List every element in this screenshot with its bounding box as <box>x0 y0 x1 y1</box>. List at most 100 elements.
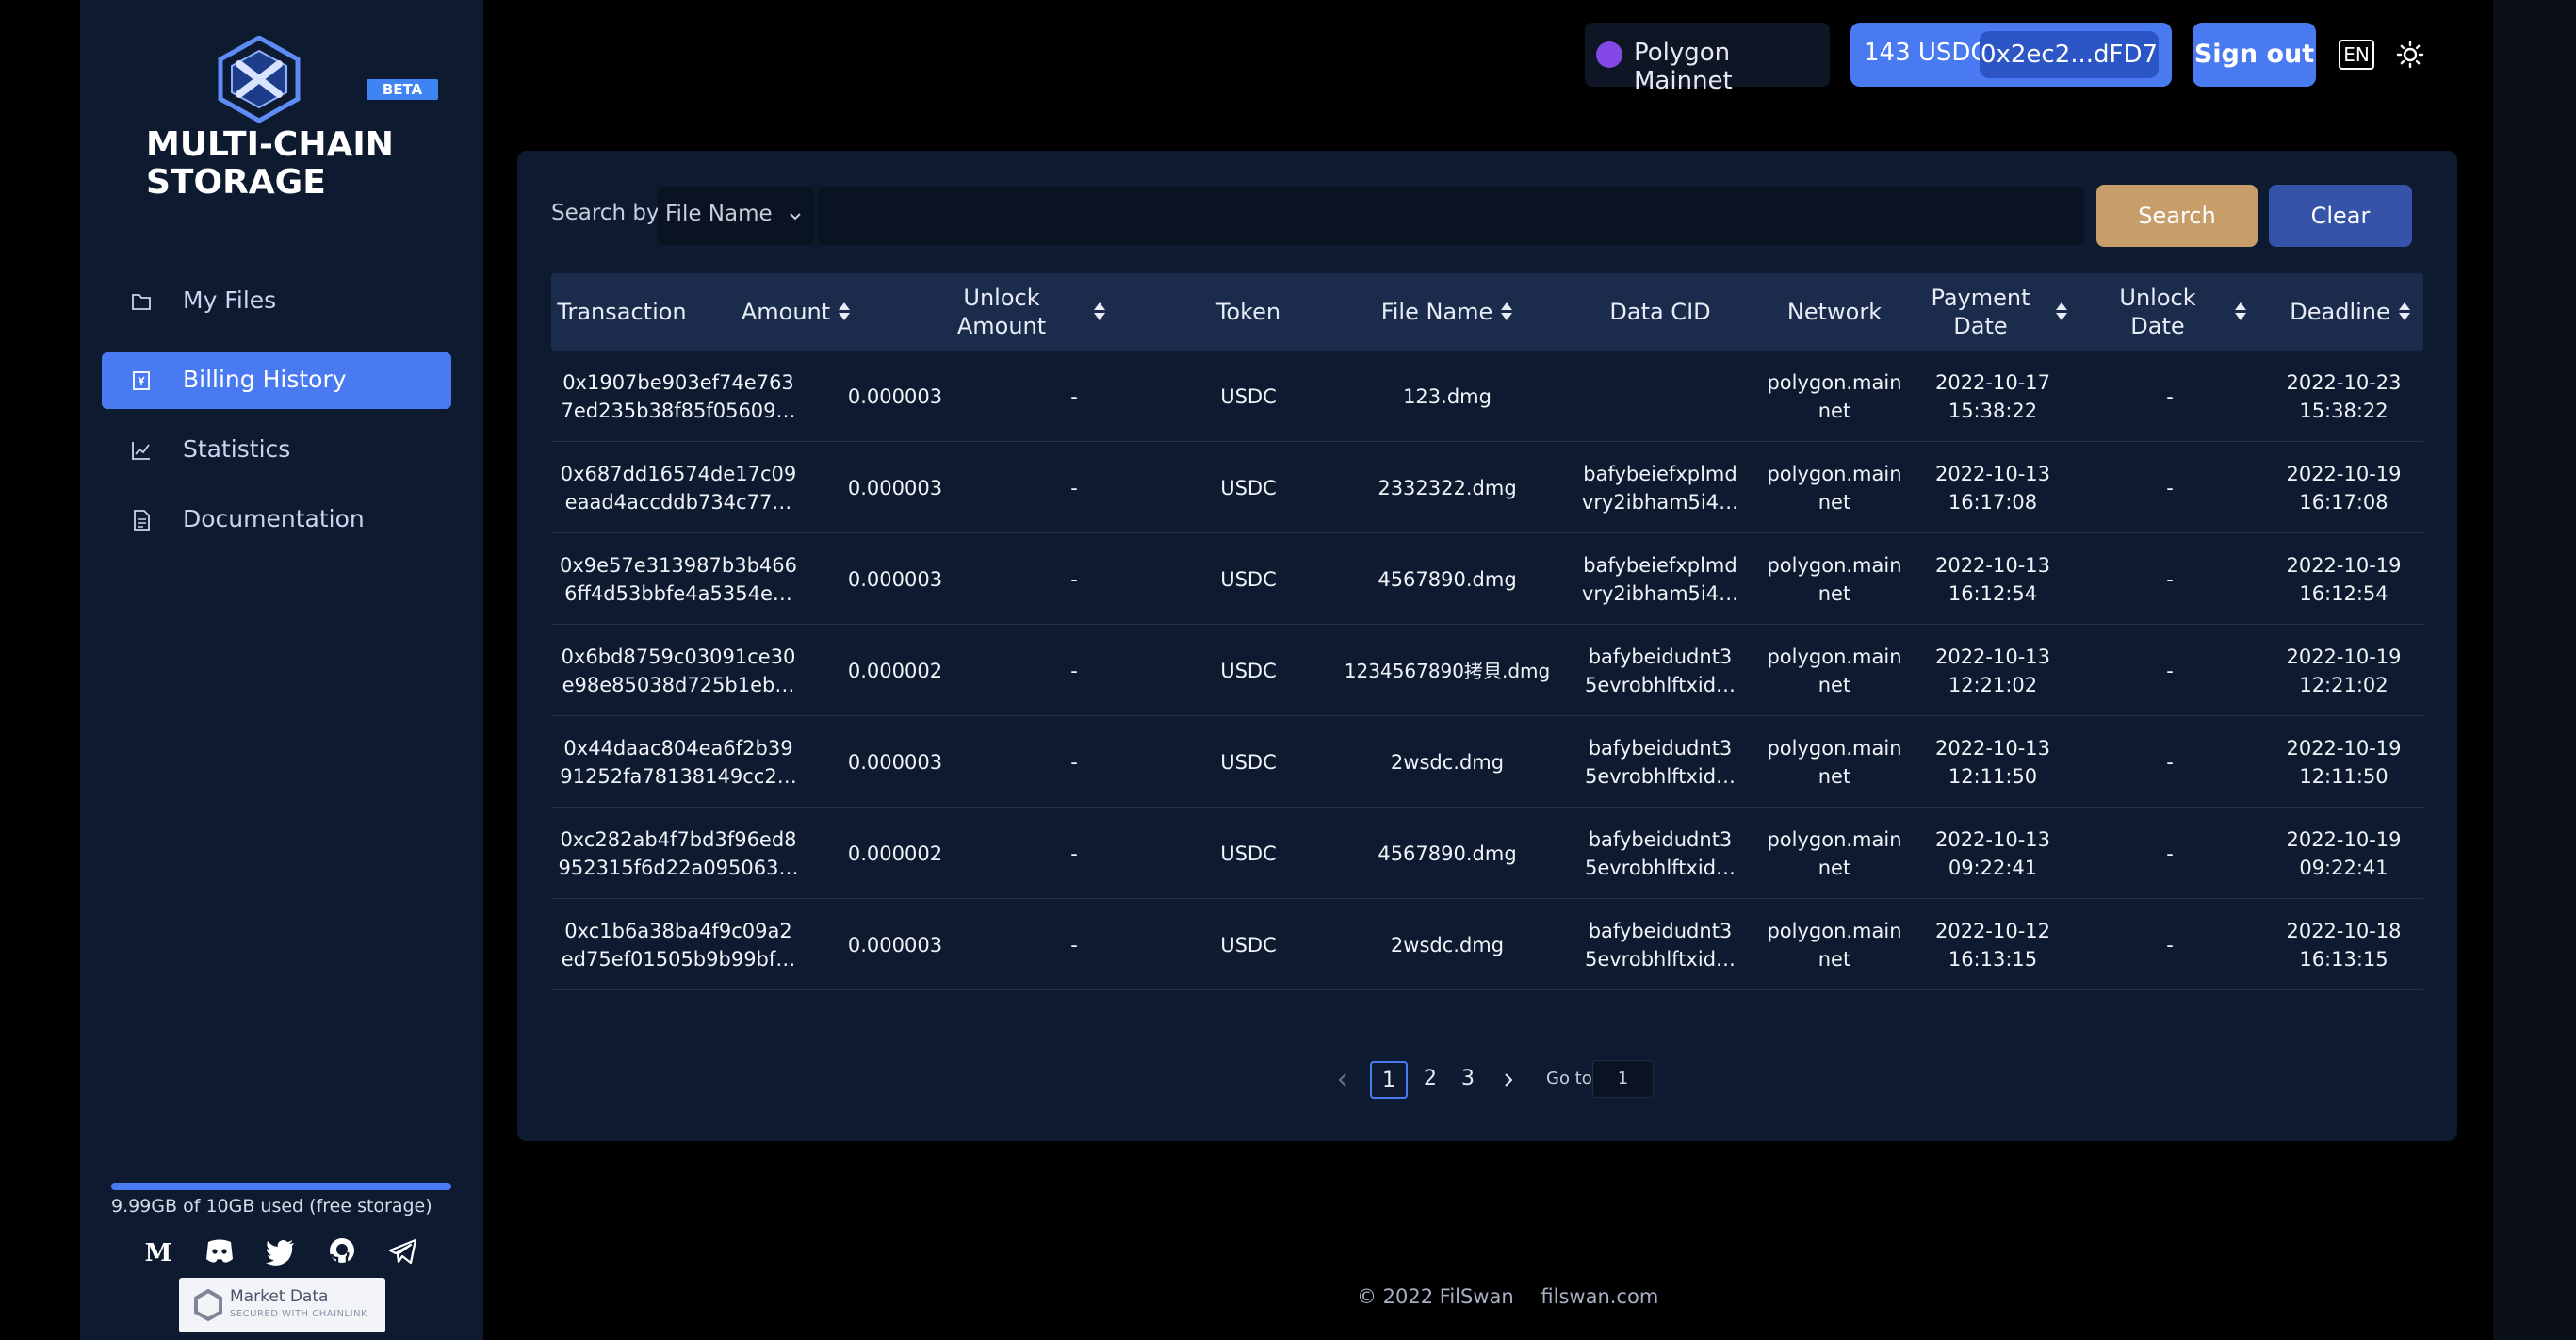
sort-icon[interactable] <box>2398 302 2411 322</box>
theme-sun-icon[interactable] <box>2396 41 2424 69</box>
cell-transaction[interactable]: 0x9e57e313987b3b466 6ff4d53bbfe4a5354e… <box>551 533 806 625</box>
table-row[interactable]: 0x44daac804ea6f2b39 91252fa78138149cc2… 0… <box>551 716 2423 808</box>
sidebar-item-documentation[interactable]: Documentation <box>102 492 451 548</box>
search-input[interactable] <box>818 187 2084 245</box>
cell-file-name: 2wsdc.dmg <box>1390 750 1505 774</box>
chainlink-line-2: SECURED WITH CHAINLINK <box>230 1309 368 1319</box>
cell-payment-date: 2022-10-13 16:17:08 <box>1910 442 2076 533</box>
sign-out-button[interactable]: Sign out <box>2193 23 2316 87</box>
cell-amount: 0.000003 <box>847 567 943 591</box>
tx-line-2: 91252fa78138149cc2… <box>560 764 797 788</box>
page-2[interactable]: 2 <box>1411 1061 1449 1099</box>
chainlink-line-1: Market Data <box>230 1287 329 1306</box>
cell-transaction[interactable]: 0x687dd16574de17c09 eaad4accddb734c77… <box>551 442 806 533</box>
table-row[interactable]: 0xc1b6a38ba4f9c09a2 ed75ef01505b9b99bf… 0… <box>551 899 2423 990</box>
table-row[interactable]: 0x6bd8759c03091ce30 e98e85038d725b1eb… 0.… <box>551 625 2423 716</box>
col-deadline[interactable]: Deadline <box>2277 273 2423 351</box>
cell-data-cid[interactable]: bafybeidudnt3 5evrobhlftxid… <box>1561 899 1759 990</box>
col-amount[interactable]: Amount <box>693 273 900 351</box>
cell-network: polygon.main net <box>1759 442 1910 533</box>
goto-page-input[interactable]: 1 <box>1592 1060 1654 1098</box>
cell-deadline: 2022-10-19 09:22:41 <box>2264 808 2423 899</box>
prev-page-icon[interactable] <box>1329 1061 1357 1099</box>
sidebar-item-statistics[interactable]: Statistics <box>102 422 451 479</box>
cell-unlock-date: - <box>2166 567 2174 591</box>
cell-network: polygon.main net <box>1759 351 1910 442</box>
search-field-value: File Name <box>665 202 773 226</box>
site-link[interactable]: filswan.com <box>1541 1285 1658 1308</box>
col-label: Deadline <box>2290 299 2390 325</box>
date-line-1: 2022-10-12 <box>1934 919 2051 942</box>
telegram-icon[interactable] <box>386 1234 420 1268</box>
cell-transaction[interactable]: 0x6bd8759c03091ce30 e98e85038d725b1eb… <box>551 625 806 716</box>
cell-unlock-date: - <box>2166 750 2174 774</box>
col-transaction: Transaction <box>551 273 693 351</box>
col-network: Network <box>1759 273 1910 351</box>
clear-button[interactable]: Clear <box>2269 185 2412 247</box>
col-payment-date[interactable]: Payment Date <box>1910 273 2089 351</box>
chainlink-hex-icon <box>194 1289 222 1321</box>
col-unlock-amount[interactable]: Unlock Amount <box>900 273 1164 351</box>
sort-icon[interactable] <box>1093 302 1106 322</box>
cell-file-name: 4567890.dmg <box>1378 842 1517 865</box>
date-line-2: 16:12:54 <box>2299 581 2389 605</box>
cell-unlock-amount: - <box>1070 659 1078 682</box>
cell-transaction[interactable]: 0x44daac804ea6f2b39 91252fa78138149cc2… <box>551 716 806 808</box>
net-line-2: net <box>1818 490 1851 514</box>
date-line-1: 2022-10-17 <box>1934 370 2051 394</box>
tx-line-1: 0x9e57e313987b3b466 <box>560 553 797 577</box>
col-label: Amount <box>741 299 831 325</box>
cell-file-name: 4567890.dmg <box>1378 567 1517 591</box>
col-file-name[interactable]: File Name <box>1333 273 1561 351</box>
sort-icon[interactable] <box>838 302 851 322</box>
discord-icon[interactable] <box>203 1234 236 1268</box>
col-unlock-date[interactable]: Unlock Date <box>2089 273 2277 351</box>
next-page-icon[interactable] <box>1494 1061 1523 1099</box>
sort-icon[interactable] <box>2234 302 2247 322</box>
sidebar-item-my-files[interactable]: My Files <box>102 273 451 330</box>
cell-file-name: 2332322.dmg <box>1378 476 1517 499</box>
cell-transaction[interactable]: 0xc282ab4f7bd3f96ed8 952315f6d22a095063… <box>551 808 806 899</box>
table-row[interactable]: 0x687dd16574de17c09 eaad4accddb734c77… 0.… <box>551 442 2423 533</box>
cid-line-1: bafybeiefxplmd <box>1583 553 1737 577</box>
cid-line-2: vry2ibham5i4… <box>1581 581 1739 605</box>
cell-data-cid[interactable]: bafybeidudnt3 5evrobhlftxid… <box>1561 625 1759 716</box>
cell-data-cid[interactable]: bafybeidudnt3 5evrobhlftxid… <box>1561 716 1759 808</box>
date-line-1: 2022-10-19 <box>2286 553 2402 577</box>
sort-icon[interactable] <box>2055 302 2068 322</box>
table-row[interactable]: 0x1907be903ef74e763 7ed235b38f85f05609… 0… <box>551 351 2423 442</box>
search-field-select[interactable]: File Name <box>658 187 814 245</box>
cell-token: USDC <box>1220 842 1277 865</box>
page-margin-left <box>0 0 80 1340</box>
cell-transaction[interactable]: 0x1907be903ef74e763 7ed235b38f85f05609… <box>551 351 806 442</box>
page-1[interactable]: 1 <box>1370 1061 1408 1099</box>
cell-data-cid[interactable]: bafybeiefxplmd vry2ibham5i4… <box>1561 533 1759 625</box>
chainlink-badge[interactable]: Market Data SECURED WITH CHAINLINK <box>179 1278 385 1332</box>
cell-network: polygon.main net <box>1759 808 1910 899</box>
cell-data-cid[interactable]: bafybeidudnt3 5evrobhlftxid… <box>1561 808 1759 899</box>
cell-transaction[interactable]: 0xc1b6a38ba4f9c09a2 ed75ef01505b9b99bf… <box>551 899 806 990</box>
col-token: Token <box>1164 273 1333 351</box>
cell-network: polygon.main net <box>1759 716 1910 808</box>
date-line-1: 2022-10-13 <box>1934 462 2051 485</box>
page-3[interactable]: 3 <box>1449 1061 1487 1099</box>
cell-data-cid[interactable]: bafybeiefxplmd vry2ibham5i4… <box>1561 442 1759 533</box>
search-button[interactable]: Search <box>2096 185 2258 247</box>
github-icon[interactable] <box>325 1234 359 1268</box>
cell-unlock-date: - <box>2166 933 2174 956</box>
cell-network: polygon.main net <box>1759 533 1910 625</box>
sort-icon[interactable] <box>1500 302 1513 322</box>
col-label: Unlock Date <box>2119 285 2196 339</box>
table-row[interactable]: 0x9e57e313987b3b466 6ff4d53bbfe4a5354e… 0… <box>551 533 2423 625</box>
sidebar-item-billing-history[interactable]: Billing History <box>102 352 451 409</box>
medium-icon[interactable]: M <box>141 1234 175 1268</box>
tx-line-1: 0x6bd8759c03091ce30 <box>561 645 796 668</box>
cell-unlock-amount: - <box>1070 476 1078 499</box>
wallet-button[interactable]: 143 USDC 0x2ec2...dFD7 <box>1850 23 2172 87</box>
language-toggle[interactable]: EN <box>2339 40 2374 70</box>
net-line-2: net <box>1818 673 1851 696</box>
table-row[interactable]: 0xc282ab4f7bd3f96ed8 952315f6d22a095063… … <box>551 808 2423 899</box>
twitter-icon[interactable] <box>264 1234 298 1268</box>
cell-data-cid[interactable] <box>1561 351 1759 442</box>
network-selector[interactable]: Polygon Mainnet <box>1585 23 1830 95</box>
